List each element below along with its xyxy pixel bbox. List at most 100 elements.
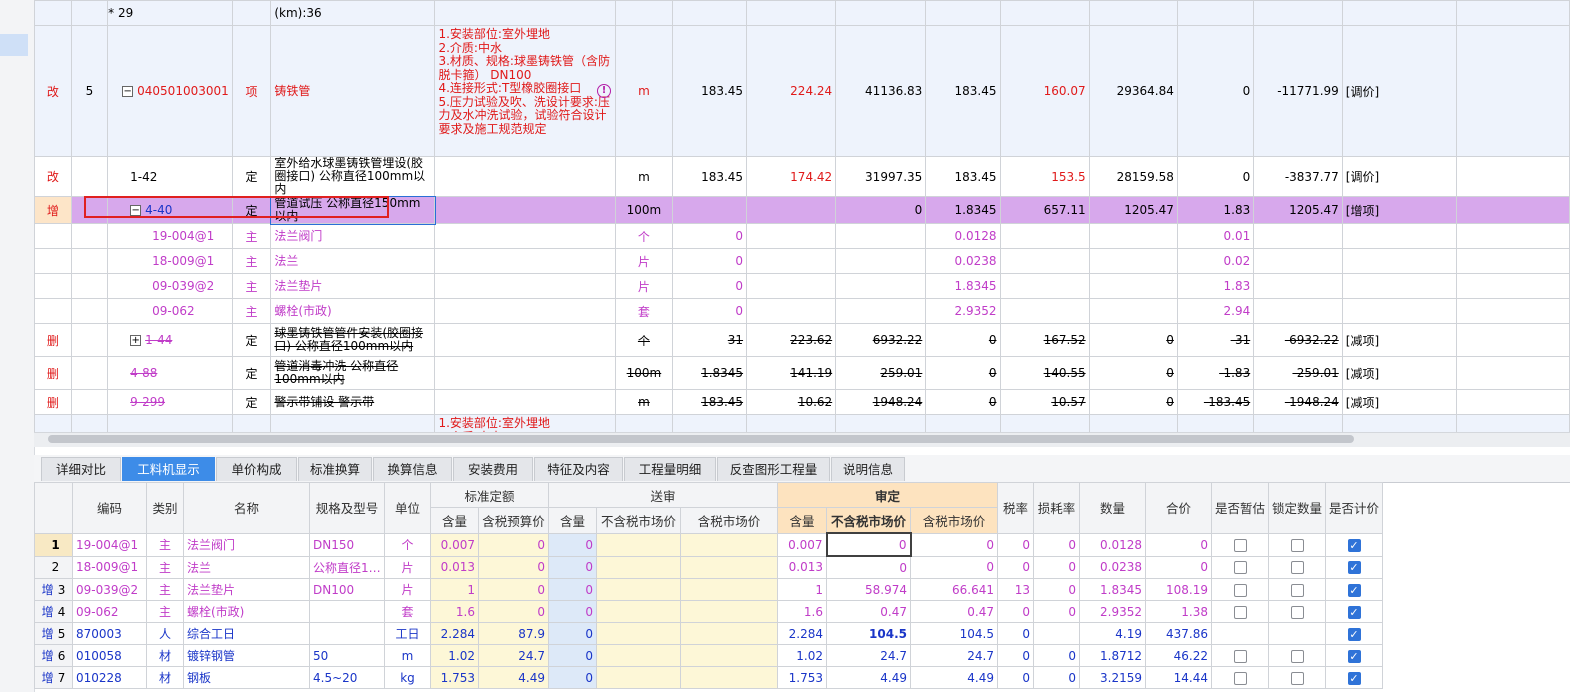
item-name[interactable]: 铸铁管 xyxy=(270,25,436,157)
tab-9[interactable]: 说明信息 xyxy=(831,457,905,481)
item-name[interactable] xyxy=(270,414,436,432)
sub-tax-price[interactable] xyxy=(680,555,778,579)
tax-rate[interactable]: 0 xyxy=(997,600,1034,623)
resource-name[interactable]: 法兰 xyxy=(183,555,310,579)
tax-rate[interactable]: 0 xyxy=(997,555,1034,579)
tax-rate[interactable]: 0 xyxy=(997,622,1034,645)
row-number-cell[interactable]: 2 xyxy=(34,555,73,579)
aud-tax-price[interactable]: 104.5 xyxy=(910,622,998,645)
aud-qty[interactable]: 1.02 xyxy=(777,644,827,667)
aud-qty[interactable]: 1.753 xyxy=(777,666,827,689)
checkbox-est[interactable] xyxy=(1233,583,1247,597)
header-lock-quantity[interactable]: 锁定数量 xyxy=(1268,482,1327,534)
resource-spec[interactable] xyxy=(309,600,385,623)
resource-spec[interactable]: DN150 xyxy=(309,532,385,557)
resource-row[interactable]: 2 18-009@1 主法兰 公称直径1… 片 0.013 0 0 0.013 0 0 0 0 0.023… xyxy=(34,555,1384,579)
item-name[interactable]: 室外给水球墨铸铁管埋设(胶圈接口) 公称直径100mm以内 xyxy=(270,156,436,197)
aud-tax-price[interactable]: 0.47 xyxy=(910,600,998,623)
aud-qty[interactable]: 2.284 xyxy=(777,622,827,645)
tree-code-cell[interactable] xyxy=(107,414,233,432)
item-name[interactable]: 法兰垫片 xyxy=(270,273,436,299)
resource-spec[interactable]: DN100 xyxy=(309,578,385,601)
resource-name[interactable]: 螺栓(市政) xyxy=(183,600,310,623)
checkbox-calc[interactable]: ✓ xyxy=(1347,605,1361,619)
header-aud-tax-price[interactable]: 含税市场价 xyxy=(910,507,998,534)
aud-notax-price[interactable]: 58.974 xyxy=(826,578,911,601)
aud-notax-price[interactable]: 0 xyxy=(825,532,912,557)
item-name[interactable]: (km):36 xyxy=(270,0,436,26)
checkbox-calc[interactable]: ✓ xyxy=(1347,538,1361,552)
loss-rate[interactable]: 0 xyxy=(1033,555,1080,579)
checkbox-lock[interactable] xyxy=(1290,561,1304,575)
aud-qty[interactable]: 1 xyxy=(777,578,827,601)
sub-tax-price[interactable] xyxy=(680,532,778,557)
collapse-icon[interactable]: − xyxy=(122,86,134,97)
sub-notax-price[interactable] xyxy=(596,555,681,579)
header-std-price[interactable]: 含税预算价 xyxy=(478,507,549,534)
horizontal-scrollbar-thumb[interactable] xyxy=(48,435,1354,443)
header-sub-tax-price[interactable]: 含税市场价 xyxy=(680,507,778,534)
checkbox-est[interactable] xyxy=(1233,605,1247,619)
tree-code-cell[interactable]: * 29 xyxy=(107,0,233,26)
header-name[interactable]: 名称 xyxy=(183,482,310,534)
tree-code-cell[interactable]: 1-42 xyxy=(107,156,233,197)
resource-spec[interactable]: 公称直径1… xyxy=(309,555,385,579)
tab-4[interactable]: 换算信息 xyxy=(373,457,452,481)
checkbox-lock[interactable] xyxy=(1290,649,1304,663)
header-is-estimate[interactable]: 是否暂估 xyxy=(1210,482,1270,534)
bill-row[interactable]: 09-039@2 主法兰垫片 片 0 1.8345 1.83 xyxy=(34,273,1570,299)
resource-row[interactable]: 增 3 09-039@2 主法兰垫片 DN100 片 1 0 0 1 58.974 66.641 13 0… xyxy=(34,578,1384,601)
loss-rate[interactable]: 0 xyxy=(1033,532,1080,557)
row-number-cell[interactable]: 增5 xyxy=(34,622,73,645)
sub-tax-price[interactable] xyxy=(680,578,778,601)
aud-notax-price[interactable]: 24.7 xyxy=(826,644,911,667)
item-name[interactable]: 管道消毒冲洗 公称直径100mm以内 xyxy=(270,356,436,390)
header-sub-notax-price[interactable]: 不含税市场价 xyxy=(596,507,681,534)
tab-7[interactable]: 工程量明细 xyxy=(624,457,716,481)
item-name[interactable]: 球墨铸铁管管件安装(胶圈接口) 公称直径100mm以内 xyxy=(270,323,436,357)
tab-1[interactable]: 工料机显示 xyxy=(122,457,215,481)
resource-code[interactable]: 18-009@1 xyxy=(72,555,147,579)
resource-name[interactable]: 钢板 xyxy=(183,666,310,689)
header-loss-rate[interactable]: 损耗率 xyxy=(1033,482,1080,534)
tree-code-cell[interactable]: 09-039@2 xyxy=(107,273,233,299)
loss-rate[interactable]: 0 xyxy=(1033,578,1080,601)
tree-code-cell[interactable]: 19-004@1 xyxy=(107,223,233,249)
resource-spec[interactable] xyxy=(309,622,385,645)
loss-rate[interactable] xyxy=(1033,622,1080,645)
tab-3[interactable]: 标准换算 xyxy=(298,457,372,481)
aud-tax-price[interactable]: 24.7 xyxy=(910,644,998,667)
checkbox-lock[interactable] xyxy=(1290,583,1304,597)
loss-rate[interactable]: 0 xyxy=(1033,600,1080,623)
resource-code[interactable]: 09-062 xyxy=(72,600,147,623)
row-number-cell[interactable]: 1 xyxy=(34,532,73,557)
header-is-priced[interactable]: 是否计价 xyxy=(1325,482,1384,534)
aud-notax-price[interactable]: 0 xyxy=(826,555,911,579)
resource-spec[interactable]: 50 xyxy=(309,644,385,667)
sub-tax-price[interactable] xyxy=(680,644,778,667)
header-unit[interactable]: 单位 xyxy=(384,482,431,534)
header-std-qty[interactable]: 含量 xyxy=(430,507,479,534)
resource-code[interactable]: 19-004@1 xyxy=(72,532,147,557)
tab-6[interactable]: 特征及内容 xyxy=(534,457,623,481)
bill-row[interactable]: 删 +1-44 定球墨铸铁管管件安装(胶圈接口) 公称直径100mm以内个 31 223… xyxy=(34,323,1570,357)
resource-code[interactable]: 010228 xyxy=(72,666,147,689)
header-total[interactable]: 合价 xyxy=(1145,482,1212,534)
aud-tax-price[interactable]: 0 xyxy=(910,532,998,557)
bill-row[interactable]: 删 9-299 定警示带铺设 警示带 m 183.45 10.62 1948.24 0 10.5… xyxy=(34,389,1570,415)
bill-row[interactable]: 改 5−040501003001 项铸铁管 1.安装部位:室外埋地 2.介质:中水 3.材… xyxy=(34,25,1570,157)
checkbox-calc[interactable]: ✓ xyxy=(1347,649,1361,663)
loss-rate[interactable]: 0 xyxy=(1033,666,1080,689)
bill-row[interactable]: 1.安装部位:室外埋地2.介质:中水3.材质、规格:钢塑复合管（含管件） DN3… xyxy=(34,414,1570,432)
sub-notax-price[interactable] xyxy=(596,600,681,623)
header-amount[interactable]: 数量 xyxy=(1079,482,1146,534)
checkbox-calc[interactable]: ✓ xyxy=(1347,561,1361,575)
tax-rate[interactable]: 13 xyxy=(997,578,1034,601)
header-sub-qty[interactable]: 含量 xyxy=(548,507,597,534)
aud-notax-price[interactable]: 4.49 xyxy=(826,666,911,689)
expand-icon[interactable]: + xyxy=(130,335,142,346)
checkbox-calc[interactable]: ✓ xyxy=(1347,671,1361,685)
checkbox-est[interactable] xyxy=(1233,561,1247,575)
bill-row[interactable]: 18-009@1 主法兰 片 0 0.0238 0.02 xyxy=(34,248,1570,274)
aud-qty[interactable]: 1.6 xyxy=(777,600,827,623)
